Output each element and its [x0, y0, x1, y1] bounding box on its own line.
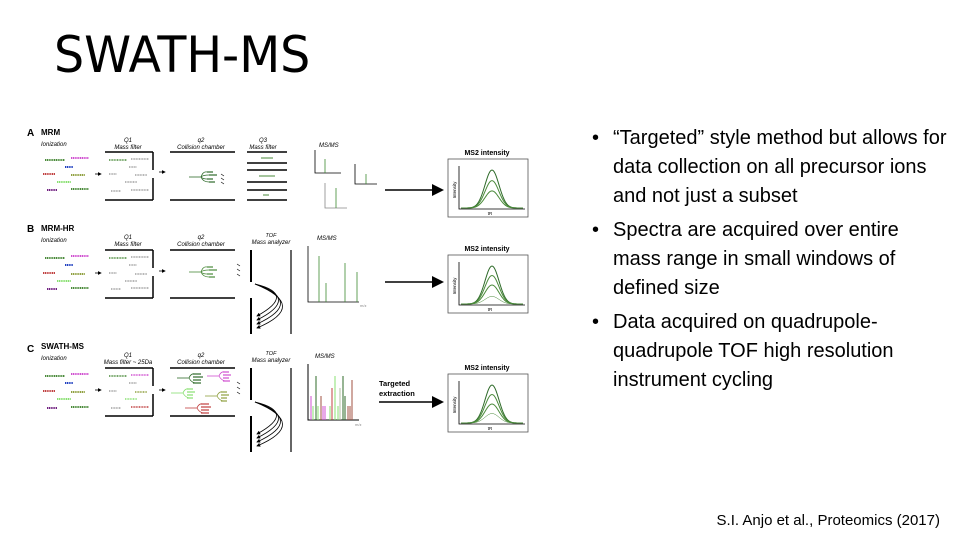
panel-a-name: MRM [41, 128, 60, 137]
panel-a-q3-title: Q3 [259, 138, 268, 144]
panel-c-spectrum [307, 364, 359, 421]
panel-b-mz-label: m/z [360, 303, 366, 308]
panel-b-tof [250, 250, 292, 334]
panel-c-fragmentation [171, 371, 231, 414]
panel-b-q1-title: Q1 [124, 235, 132, 241]
panel-a-result: MS2 intensity Intensity tR [447, 150, 529, 218]
panel-c-name: SWATH-MS [41, 342, 85, 351]
panel-b-result-title: MS2 intensity [464, 246, 509, 253]
panel-b-tof-title: TOF [266, 233, 278, 239]
panel-a-spectra [314, 150, 377, 209]
bullet-text: “Targeted” style method but allows for d… [613, 127, 947, 207]
bullet-item: • Spectra are acquired over entire mass r… [592, 216, 952, 303]
panel-a-letter: A [27, 128, 34, 139]
panel-c-result-ylabel: Intensity [452, 396, 457, 414]
panel-b-result: MS2 intensity Intensity tR [447, 246, 529, 314]
panel-c-tof [250, 368, 292, 452]
bullet-glyph: • [592, 311, 600, 333]
panel-c-result: MS2 intensity Intensity tR [447, 365, 529, 433]
panel-c-result-title: MS2 intensity [464, 365, 509, 372]
panel-b-name: MRM-HR [41, 224, 75, 233]
bullet-glyph: • [592, 219, 600, 241]
panel-c-tof-title: TOF [266, 351, 278, 357]
panel-b-result-ylabel: Intensity [452, 277, 457, 295]
panel-a-q2-title: q2 [198, 138, 205, 144]
panel-c-mz-label: m/z [355, 422, 361, 427]
panel-a-ion-mix [43, 157, 89, 191]
panel-c-arrow-label-2: extraction [379, 389, 415, 398]
bullet-list: • “Targeted” style method but allows for … [592, 124, 952, 400]
bullet-item: • “Targeted” style method but allows for … [592, 124, 952, 211]
panel-a-spectrum-label: MS/MS [319, 143, 339, 149]
panel-b: B MRM-HR Ionization Q1 Mass filter q2 Co… [27, 224, 444, 334]
panel-b-result-xlabel: tR [488, 307, 493, 312]
panel-c-letter: C [27, 344, 34, 355]
panel-a: A MRM Ionization Q1 Mass filter q2 Colli… [27, 128, 444, 209]
panel-a-q1-sub: Mass filter [114, 145, 142, 151]
panel-c-arrow-label-1: Targeted [379, 379, 411, 388]
panel-a-result-ylabel: Intensity [452, 181, 457, 199]
swath-ms-figure: A MRM Ionization Q1 Mass filter q2 Colli… [27, 128, 529, 452]
panel-a-ionization-label: Ionization [41, 142, 67, 148]
panel-b-q2-title: q2 [198, 235, 205, 241]
bullet-text: Data acquired on quadrupole-quadrupole T… [613, 311, 894, 391]
panel-c-q1-title: Q1 [124, 353, 132, 359]
panel-b-spectrum [307, 246, 359, 303]
panel-a-result-title: MS2 intensity [464, 150, 509, 157]
bullet-glyph: • [592, 127, 600, 149]
panel-b-spectrum-label: MS/MS [317, 236, 337, 242]
panel-b-letter: B [27, 224, 34, 235]
panel-c-spectrum-label: MS/MS [315, 354, 335, 360]
panel-b-q1-sub: Mass filter [114, 242, 142, 248]
panel-a-result-xlabel: tR [488, 211, 493, 216]
panel-b-ionization-label: Ionization [41, 238, 67, 244]
panel-c-result-xlabel: tR [488, 426, 493, 431]
panel-c-q2-sub: Collision chamber [177, 360, 226, 366]
panel-c-tof-sub: Mass analyzer [252, 358, 292, 364]
panel-a-q1-title: Q1 [124, 138, 132, 144]
panel-c: C SWATH-MS Ionization Q1 Mass filter ~ 2… [27, 342, 444, 452]
panel-a-q3-sub: Mass filter [249, 145, 277, 151]
panel-c-q1-sub: Mass filter ~ 25Da [104, 360, 153, 366]
bullet-item: • Data acquired on quadrupole-quadrupole … [592, 308, 952, 395]
panel-c-ionization-label: Ionization [41, 356, 67, 362]
panel-c-q2-title: q2 [198, 353, 205, 359]
citation: S.I. Anjo et al., Proteomics (2017) [716, 512, 940, 529]
panel-b-q2-sub: Collision chamber [177, 242, 226, 248]
slide-title: SWATH-MS [54, 26, 311, 84]
panel-a-q2-sub: Collision chamber [177, 145, 226, 151]
bullet-text: Spectra are acquired over entire mass ra… [613, 219, 899, 299]
panel-a-fragmentation [189, 171, 217, 183]
ms2-intensity-plots: MS2 intensity Intensity tR MS2 intensity… [447, 150, 529, 433]
panel-b-tof-sub: Mass analyzer [252, 240, 292, 246]
